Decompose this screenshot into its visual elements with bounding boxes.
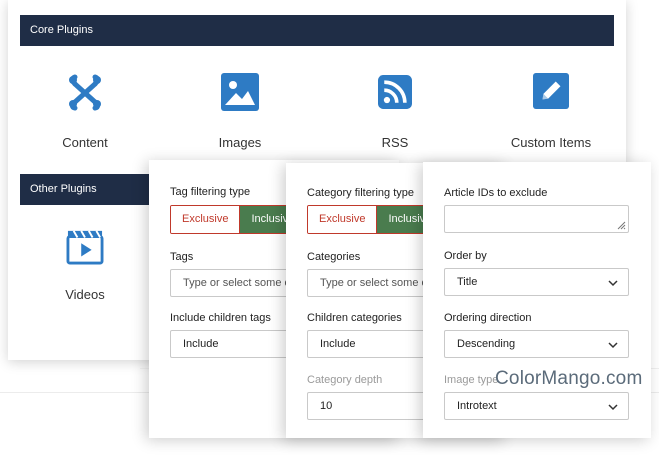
chevron-down-icon bbox=[608, 404, 618, 411]
plugin-label: Custom Items bbox=[510, 135, 592, 150]
image-icon bbox=[221, 73, 259, 111]
tag-exclusive-option[interactable]: Exclusive bbox=[171, 206, 241, 233]
image-type-label: Image type bbox=[444, 374, 499, 386]
plugin-custom-items[interactable]: Custom Items bbox=[486, 73, 616, 150]
tag-filter-label: Tag filtering type bbox=[170, 186, 251, 198]
image-type-value: Introtext bbox=[457, 400, 497, 412]
joomla-icon bbox=[66, 73, 104, 111]
plugin-label: Images bbox=[218, 135, 262, 150]
video-icon bbox=[66, 229, 104, 267]
order-by-value: Title bbox=[457, 276, 478, 288]
article-settings-panel: Article IDs to exclude Order by Title Or… bbox=[423, 162, 651, 438]
plugin-content[interactable]: Content bbox=[20, 73, 150, 150]
ordering-direction-select[interactable]: Descending bbox=[444, 330, 629, 358]
rss-icon bbox=[376, 73, 414, 111]
ordering-direction-label: Ordering direction bbox=[444, 312, 532, 324]
category-depth-label: Category depth bbox=[307, 374, 383, 386]
category-exclusive-option[interactable]: Exclusive bbox=[308, 206, 378, 233]
include-children-tags-label: Include children tags bbox=[170, 312, 271, 324]
pencil-icon bbox=[532, 73, 570, 111]
plugin-label: Content bbox=[62, 135, 108, 150]
other-plugins-heading: Other Plugins bbox=[20, 174, 160, 205]
plugin-images[interactable]: Images bbox=[175, 73, 305, 150]
image-type-select[interactable]: Introtext bbox=[444, 392, 629, 420]
order-by-select[interactable]: Title bbox=[444, 268, 629, 296]
tags-label: Tags bbox=[170, 251, 194, 263]
watermark: ColorMango.com bbox=[495, 368, 643, 389]
resize-grip-icon[interactable] bbox=[616, 220, 626, 230]
ordering-direction-value: Descending bbox=[457, 338, 516, 350]
order-by-label: Order by bbox=[444, 250, 487, 262]
categories-label: Categories bbox=[307, 251, 361, 263]
plugin-rss[interactable]: RSS bbox=[330, 73, 460, 150]
core-plugins-heading: Core Plugins bbox=[20, 15, 614, 46]
category-filter-label: Category filtering type bbox=[307, 187, 414, 199]
article-ids-exclude-label: Article IDs to exclude bbox=[444, 187, 548, 199]
chevron-down-icon bbox=[608, 342, 618, 349]
plugin-label: Videos bbox=[65, 287, 105, 302]
article-ids-exclude-textarea[interactable] bbox=[444, 205, 629, 233]
chevron-down-icon bbox=[608, 280, 618, 287]
plugin-videos[interactable]: Videos bbox=[20, 229, 150, 302]
plugin-label: RSS bbox=[381, 135, 409, 150]
children-categories-label: Children categories bbox=[307, 312, 402, 324]
